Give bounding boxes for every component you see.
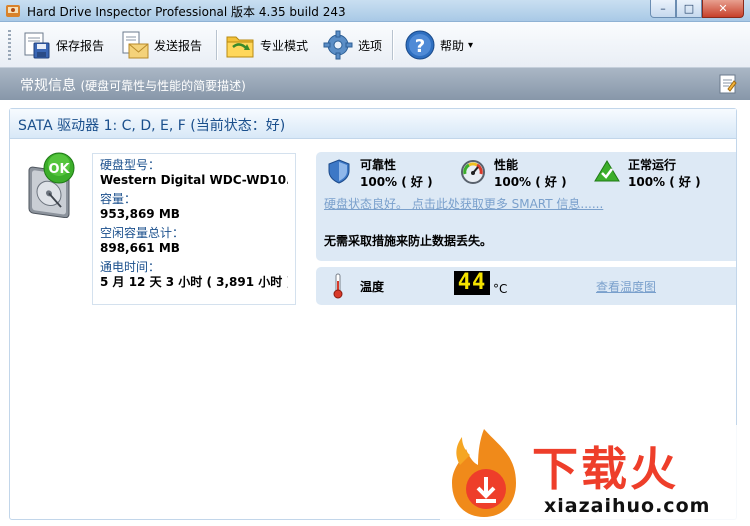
shield-icon: [328, 159, 350, 184]
close-button[interactable]: ✕: [702, 0, 744, 18]
gauge-icon: [461, 160, 485, 184]
toolbar-separator: [392, 30, 393, 60]
toolbar: 保存报告 发送报告 专业模式 选项 ? 帮助 ▾: [0, 22, 750, 68]
general-info-header: 常规信息 (硬盘可靠性与性能的简要描述): [0, 68, 750, 100]
title-bar: Hard Drive Inspector Professional 版本 4.3…: [0, 0, 750, 22]
free-space-label: 空闲容量总计：: [100, 226, 185, 240]
chevron-down-icon: ▾: [468, 39, 474, 51]
options-button[interactable]: 选项: [322, 28, 382, 62]
toolbar-grip[interactable]: [8, 30, 11, 60]
ok-badge: OK: [48, 162, 70, 177]
temperature-display: 44: [454, 271, 490, 295]
maximize-icon: □: [683, 2, 695, 15]
model-value: Western Digital WDC-WD10...: [100, 173, 288, 187]
temperature-chart-link[interactable]: 查看温度图: [596, 278, 656, 295]
model-label: 硬盘型号：: [100, 158, 161, 172]
watermark: 下载火 xiazaihuo.com: [440, 425, 742, 521]
status-box: 可靠性 100% ( 好 ) 性能 100% ( 好 ) 正常运行 100% (…: [316, 152, 736, 261]
drive-header: SATA 驱动器 1: C, D, E, F (当前状态：好): [10, 109, 736, 139]
reliability-stat: 可靠性 100% ( 好 ): [326, 158, 433, 191]
section-title-text: 常规信息: [20, 78, 76, 94]
general-info-title: 常规信息 (硬盘可靠性与性能的简要描述): [20, 75, 246, 95]
capacity-label: 容量：: [100, 192, 137, 206]
check-triangle-icon: [594, 160, 620, 182]
free-space-value: 898,661 MB: [100, 241, 180, 255]
uptime-value: 100% ( 好 ): [628, 175, 701, 189]
performance-label: 性能: [494, 158, 519, 172]
advice-text: 无需采取措施来防止数据丢失。: [324, 234, 493, 248]
performance-stat: 性能 100% ( 好 ): [460, 158, 567, 191]
minimize-button[interactable]: –: [650, 0, 676, 18]
performance-value: 100% ( 好 ): [494, 175, 567, 189]
folder-expert-icon: [226, 36, 254, 58]
floppy-save-icon: [24, 32, 50, 59]
expert-mode-button[interactable]: 专业模式: [224, 28, 308, 62]
help-button[interactable]: ? 帮助 ▾: [404, 28, 473, 62]
uptime-label: 正常运行: [628, 158, 677, 172]
temperature-unit: °C: [493, 282, 508, 296]
send-report-button[interactable]: 发送报告: [118, 28, 202, 62]
uptime-stat: 正常运行 100% ( 好 ): [594, 158, 701, 191]
svg-text:?: ?: [415, 36, 425, 57]
temperature-box: 温度 44 °C 查看温度图: [316, 267, 736, 305]
reliability-value: 100% ( 好 ): [360, 175, 433, 189]
window-controls: – □ ✕: [650, 0, 744, 18]
save-report-button[interactable]: 保存报告: [20, 28, 104, 62]
drive-info-box: 硬盘型号： Western Digital WDC-WD10... 容量： 95…: [92, 153, 296, 305]
temperature-label: 温度: [360, 280, 385, 294]
watermark-brand: 下载火: [532, 442, 679, 496]
drive-title: SATA 驱动器 1: C, D, E, F (当前状态：好): [18, 118, 286, 134]
toolbar-separator: [216, 30, 217, 60]
maximize-button[interactable]: □: [676, 0, 702, 18]
drive-app-icon: [6, 5, 20, 17]
thermometer-icon: [333, 273, 343, 299]
flame-logo-icon: [452, 429, 516, 517]
close-icon: ✕: [718, 2, 728, 15]
send-report-label: 发送报告: [154, 38, 203, 53]
envelope-send-icon: [122, 31, 149, 59]
capacity-value: 953,869 MB: [100, 207, 180, 221]
minimize-icon: –: [660, 2, 666, 15]
help-label: 帮助: [440, 38, 465, 53]
report-page-icon[interactable]: [718, 73, 738, 95]
question-icon: ?: [405, 30, 435, 60]
gear-icon: [323, 30, 353, 60]
watermark-url: xiazaihuo.com: [544, 495, 711, 517]
smart-info-link[interactable]: 硬盘状态良好。 点击此处获取更多 SMART 信息......: [324, 195, 603, 212]
section-subtitle: (硬盘可靠性与性能的简要描述): [80, 79, 246, 93]
options-label: 选项: [358, 38, 383, 53]
power-on-label: 通电时间：: [100, 260, 161, 274]
power-on-value: 5 月 12 天 3 小时 ( 3,891 小时 ) ?: [100, 275, 288, 289]
hard-disk-icon: OK: [28, 152, 75, 218]
expert-mode-label: 专业模式: [260, 38, 309, 53]
save-report-label: 保存报告: [56, 38, 105, 53]
window-title: Hard Drive Inspector Professional 版本 4.3…: [27, 5, 346, 19]
reliability-label: 可靠性: [360, 158, 397, 172]
